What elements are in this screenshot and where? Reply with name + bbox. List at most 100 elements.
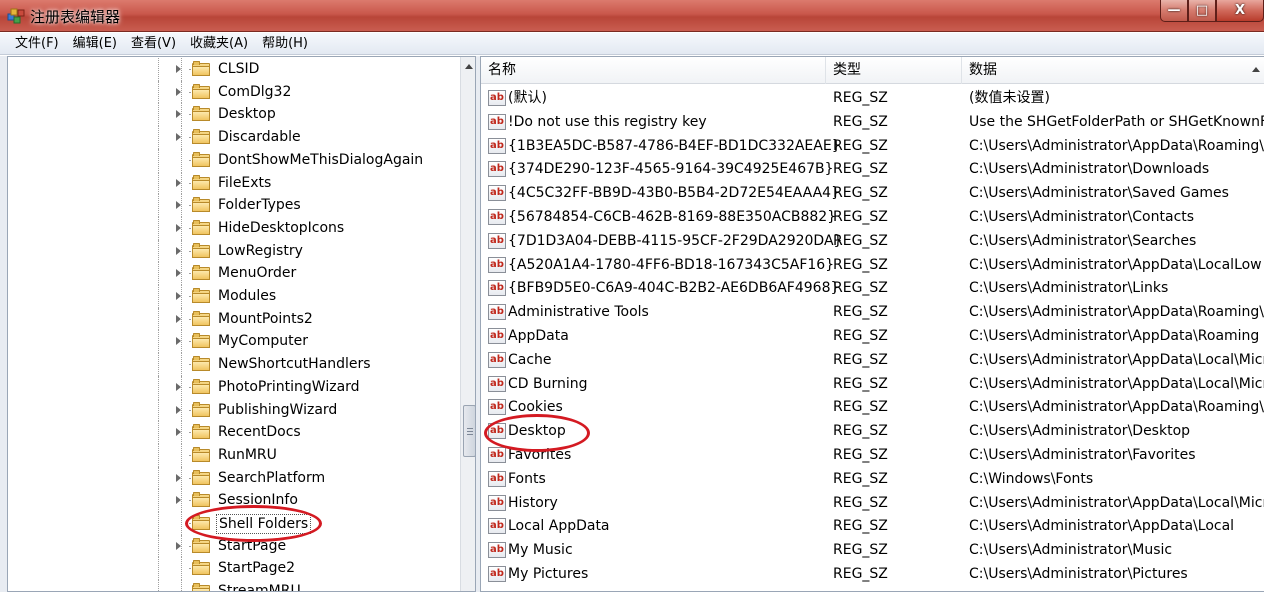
tree-item[interactable]: RecentDocs	[8, 421, 460, 444]
tree-item[interactable]: Shell Folders	[8, 512, 460, 535]
tree-item[interactable]: StartPage	[8, 534, 460, 558]
value-type: REG_SZ	[833, 185, 888, 202]
tree-item[interactable]: RunMRU	[8, 443, 460, 467]
list-item[interactable]: ab {A520A1A4-1780-4FF6-BD18-167343C5AF16}…	[481, 253, 1264, 277]
list-item[interactable]: ab CD Burning REG_SZ C:\Users\Administrator…	[481, 372, 1264, 396]
expand-arrow-icon[interactable]	[176, 541, 181, 550]
minimize-button[interactable]: —	[1160, 0, 1188, 22]
folder-icon	[192, 219, 210, 235]
expand-arrow-icon[interactable]	[176, 246, 181, 255]
menu-help[interactable]: 帮助(H)	[255, 33, 315, 55]
tree-item[interactable]: MyComputer	[8, 330, 460, 354]
tree-item[interactable]: HideDesktopIcons	[8, 216, 460, 240]
tree-item[interactable]: SessionInfo	[8, 489, 460, 512]
tree-item[interactable]: CLSID	[8, 58, 460, 81]
scroll-up-icon[interactable]	[465, 64, 473, 69]
tree-item[interactable]: MountPoints2	[8, 307, 460, 331]
expand-arrow-icon[interactable]	[176, 496, 181, 505]
list-item[interactable]: ab {BFB9D5E0-C6A9-404C-B2B2-AE6DB6AF4968}…	[481, 276, 1264, 300]
tree-item[interactable]: LowRegistry	[8, 239, 460, 263]
list-item[interactable]: ab {7D1D3A04-DEBB-4115-95CF-2F29DA2920DA}…	[481, 229, 1264, 253]
tree-item[interactable]: DontShowMeThisDialogAgain	[8, 148, 460, 172]
list-item[interactable]: ab {1B3EA5DC-B587-4786-B4EF-BD1DC332AEAE}…	[481, 134, 1264, 158]
list-item[interactable]: ab Fonts REG_SZ C:\Windows\Fonts	[481, 467, 1264, 491]
tree-guide-line	[181, 103, 182, 127]
tree-item[interactable]: Modules	[8, 285, 460, 308]
tree-item[interactable]: StartPage2	[8, 557, 460, 581]
tree-item-label: FolderTypes	[218, 197, 301, 214]
value-name: {4C5C32FF-BB9D-43B0-B5B4-2D72E54EAAA4}	[508, 185, 840, 202]
tree-guide-line	[181, 216, 182, 240]
value-type: REG_SZ	[833, 470, 888, 487]
list-item[interactable]: ab Cookies REG_SZ C:\Users\Administrator\Ap…	[481, 395, 1264, 419]
folder-icon	[192, 560, 210, 576]
tree-item[interactable]: PublishingWizard	[8, 398, 460, 422]
list-item[interactable]: ab My Pictures REG_SZ C:\Users\Administrato…	[481, 562, 1264, 586]
list-item[interactable]: ab Favorites REG_SZ C:\Users\Administrator\…	[481, 443, 1264, 467]
tree-item[interactable]: FolderTypes	[8, 194, 460, 217]
tree-guide-line	[181, 466, 182, 490]
expand-arrow-icon[interactable]	[176, 292, 181, 300]
expand-arrow-icon[interactable]	[176, 133, 181, 142]
tree-scrollbar[interactable]	[460, 57, 475, 591]
tree-item[interactable]: StreamMRU	[8, 580, 460, 591]
close-button[interactable]: X	[1216, 0, 1264, 22]
string-value-icon: ab	[488, 185, 506, 202]
expand-arrow-icon[interactable]	[176, 223, 181, 232]
string-value-icon: ab	[488, 375, 506, 392]
menu-file[interactable]: 文件(F)	[8, 33, 66, 55]
tree-item[interactable]: Desktop	[8, 103, 460, 127]
expand-arrow-icon[interactable]	[176, 382, 181, 391]
list-item[interactable]: ab Local AppData REG_SZ C:\Users\Administra…	[481, 514, 1264, 538]
value-type: REG_SZ	[833, 375, 888, 392]
list-item[interactable]: ab {4C5C32FF-BB9D-43B0-B5B4-2D72E54EAAA4}…	[481, 181, 1264, 205]
list-item[interactable]: ab History REG_SZ C:\Users\Administrator\Ap…	[481, 491, 1264, 515]
tree-item[interactable]: Discardable	[8, 126, 460, 149]
menu-favorites[interactable]: 收藏夹(A)	[183, 33, 255, 55]
tree-item[interactable]: MenuOrder	[8, 262, 460, 285]
expand-arrow-icon[interactable]	[176, 405, 181, 414]
scroll-up-icon[interactable]	[1252, 67, 1260, 72]
list-item[interactable]: ab My Music REG_SZ C:\Users\Administrator\M…	[481, 538, 1264, 562]
expand-arrow-icon[interactable]	[176, 87, 181, 96]
maximize-button[interactable]: □	[1188, 0, 1216, 22]
tree-item[interactable]: NewShortcutHandlers	[8, 353, 460, 376]
list-item[interactable]: ab Cache REG_SZ C:\Users\Administrator\AppD…	[481, 348, 1264, 372]
value-name: (默认)	[508, 90, 547, 106]
expand-arrow-icon[interactable]	[176, 428, 181, 437]
list-item[interactable]: ab {56784854-C6CB-462B-8169-88E350ACB882}…	[481, 205, 1264, 229]
column-name[interactable]: 名称	[481, 57, 826, 84]
column-data[interactable]: 数据	[962, 57, 1264, 84]
menu-edit[interactable]: 编辑(E)	[66, 33, 124, 55]
tree-item[interactable]: ComDlg32	[8, 80, 460, 104]
folder-icon	[192, 356, 210, 372]
column-type[interactable]: 类型	[826, 57, 962, 84]
expand-arrow-icon[interactable]	[176, 178, 181, 187]
expand-arrow-icon[interactable]	[176, 201, 181, 210]
tree-item[interactable]: PhotoPrintingWizard	[8, 375, 460, 399]
expand-arrow-icon[interactable]	[176, 65, 181, 73]
window-title: 注册表编辑器	[30, 8, 121, 26]
value-type: REG_SZ	[833, 137, 888, 154]
list-item[interactable]: ab (默认) REG_SZ (数值未设置)	[481, 86, 1264, 110]
expand-arrow-icon[interactable]	[176, 337, 181, 346]
list-item[interactable]: ab {374DE290-123F-4565-9164-39C4925E467B}…	[481, 157, 1264, 181]
expand-arrow-icon[interactable]	[176, 473, 181, 482]
list-item[interactable]: ab AppData REG_SZ C:\Users\Administrator\Ap…	[481, 324, 1264, 348]
list-item[interactable]: ab Administrative Tools REG_SZ C:\Users\Adm…	[481, 300, 1264, 324]
expand-arrow-icon[interactable]	[176, 269, 181, 278]
list-item[interactable]: ab Desktop REG_SZ C:\Users\Administrator\De…	[481, 419, 1264, 443]
expand-arrow-icon[interactable]	[176, 110, 181, 119]
tree-guide-line	[158, 398, 159, 422]
value-data: C:\Users\Administrator\AppData\Roaming\	[969, 399, 1264, 416]
tree-item[interactable]: SearchPlatform	[8, 466, 460, 490]
expand-arrow-icon[interactable]	[176, 314, 181, 323]
string-value-icon: ab	[488, 447, 506, 463]
menu-view[interactable]: 查看(V)	[124, 33, 183, 55]
value-name: {374DE290-123F-4565-9164-39C4925E467B}	[508, 161, 834, 178]
value-name: Local AppData	[508, 518, 610, 535]
tree-item-label: PublishingWizard	[218, 401, 338, 418]
tree-scroll-thumb[interactable]	[463, 405, 475, 457]
tree-item[interactable]: FileExts	[8, 171, 460, 195]
list-item[interactable]: ab !Do not use this registry key REG_SZ Use…	[481, 110, 1264, 134]
